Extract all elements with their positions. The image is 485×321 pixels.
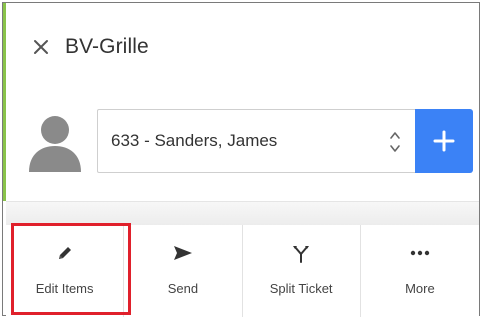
status-bar xyxy=(3,3,6,201)
add-customer-button[interactable] xyxy=(415,109,473,173)
send-label: Send xyxy=(167,281,199,296)
more-icon xyxy=(410,250,430,256)
customer-select-value: 633 - Sanders, James xyxy=(111,131,278,150)
split-ticket-button[interactable]: Split Ticket xyxy=(243,225,361,317)
page-title: BV-Grille xyxy=(65,35,149,58)
divider xyxy=(6,201,479,226)
avatar-icon xyxy=(29,116,81,172)
split-icon xyxy=(293,246,310,263)
more-label: More xyxy=(405,281,435,296)
customer-row: 633 - Sanders, James xyxy=(25,109,473,175)
edit-items-label: Edit Items xyxy=(35,281,94,296)
edit-items-button[interactable]: Edit Items xyxy=(6,225,125,317)
customer-select[interactable]: 633 - Sanders, James xyxy=(97,109,415,173)
split-ticket-label: Split Ticket xyxy=(269,281,333,296)
panel-header: BV-Grille xyxy=(31,29,149,65)
pencil-icon xyxy=(58,247,71,259)
ticket-toolbar: Edit Items Send Split Ticket More xyxy=(6,225,479,317)
close-icon[interactable] xyxy=(31,37,51,57)
more-button[interactable]: More xyxy=(361,225,479,317)
updown-arrows-icon xyxy=(390,132,400,152)
plus-icon xyxy=(433,130,455,152)
ticket-panel: BV-Grille 633 - Sanders, James Edit Item… xyxy=(2,2,480,317)
send-button[interactable]: Send xyxy=(124,225,243,317)
send-icon xyxy=(173,246,192,260)
